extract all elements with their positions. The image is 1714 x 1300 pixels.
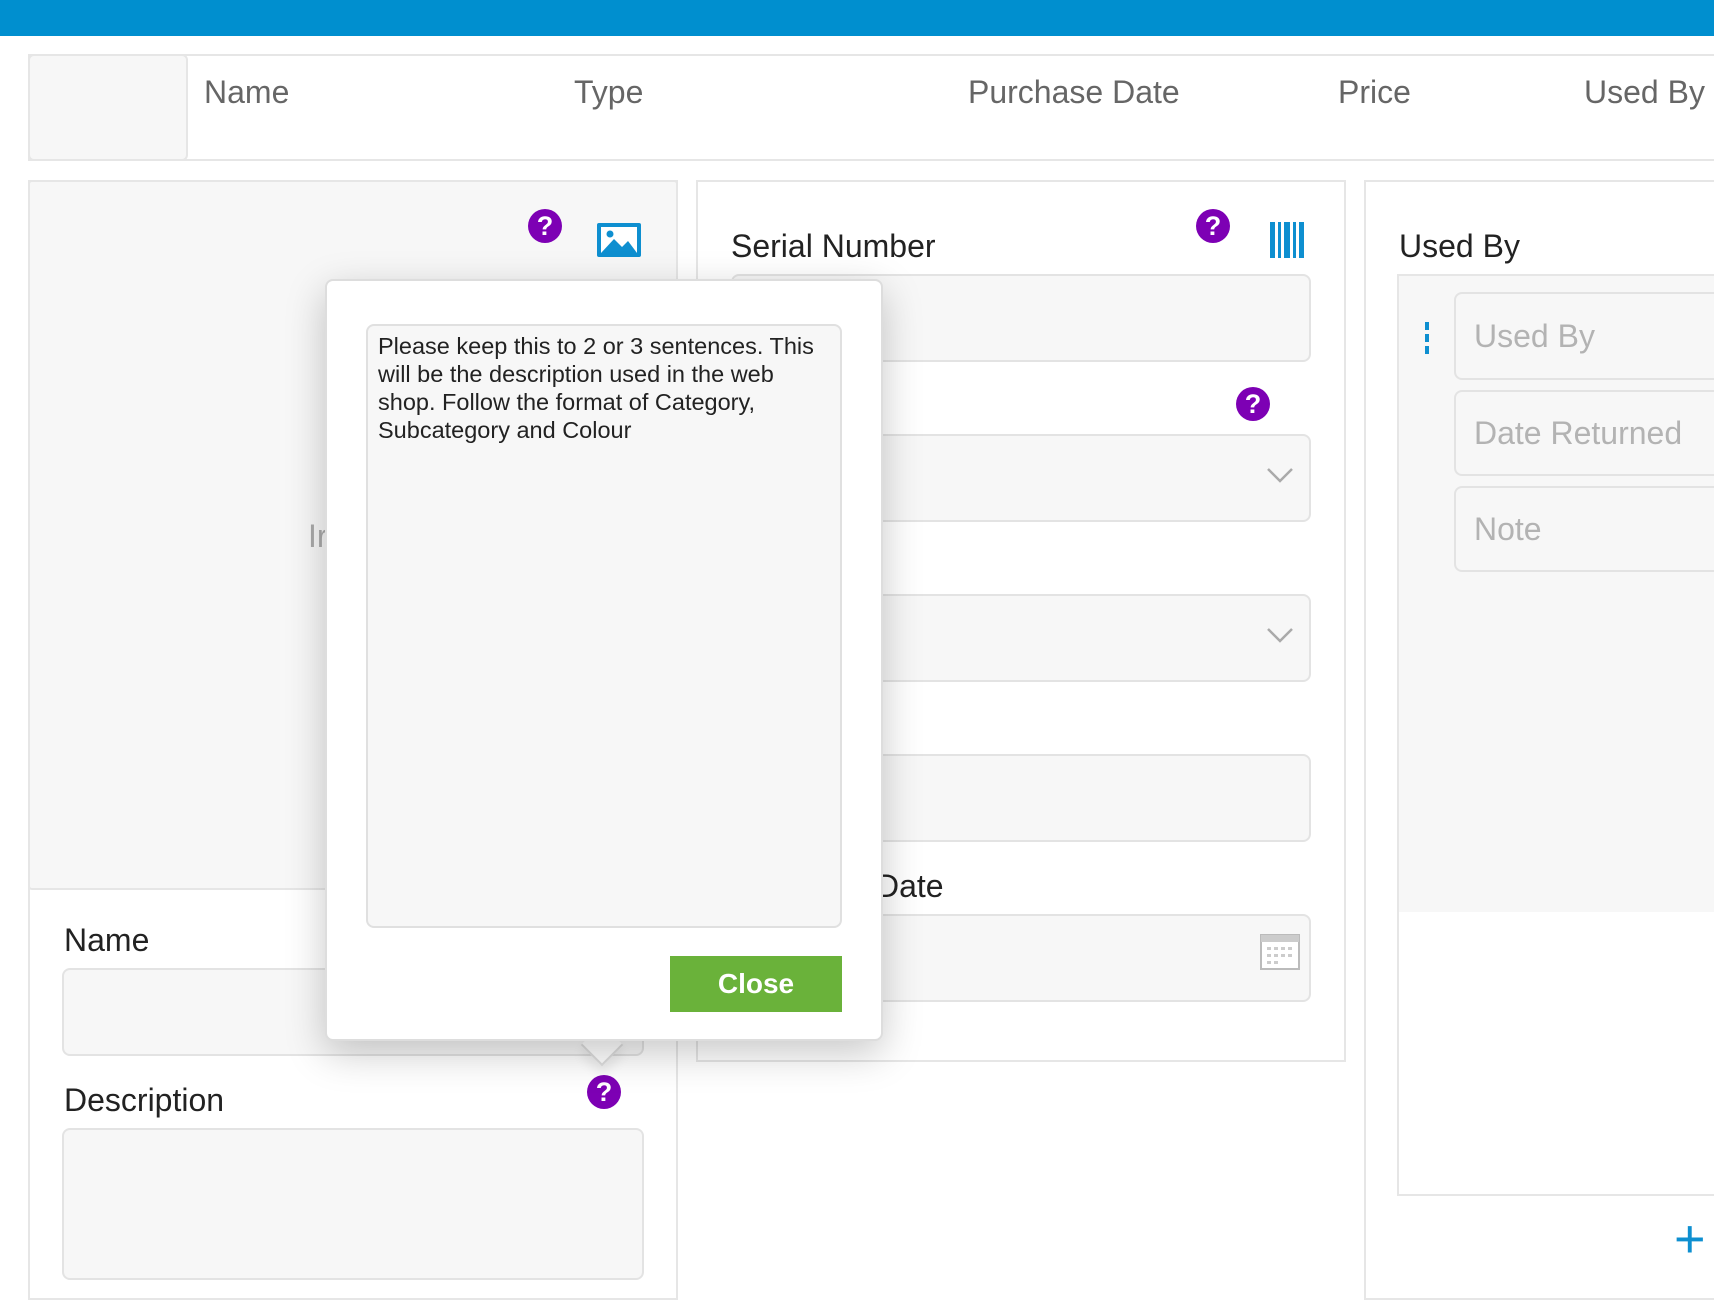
name-label: Name bbox=[64, 922, 150, 958]
chevron-down-icon[interactable] bbox=[1266, 466, 1294, 484]
description-help-icon[interactable]: ? bbox=[587, 1075, 621, 1109]
close-button[interactable]: Close bbox=[670, 956, 842, 1012]
used-by-title: Used By bbox=[1399, 228, 1520, 264]
column-header-price[interactable]: Price bbox=[1338, 74, 1411, 111]
purchase-date-label: Date bbox=[876, 868, 944, 904]
column-header-used-by[interactable]: Used By bbox=[1584, 74, 1705, 111]
calendar-icon[interactable] bbox=[1260, 934, 1300, 970]
drag-handle-icon[interactable] bbox=[1425, 322, 1429, 354]
image-upload-icon[interactable] bbox=[596, 222, 642, 258]
type-help-icon[interactable]: ? bbox=[1236, 387, 1270, 421]
description-input[interactable] bbox=[62, 1128, 644, 1280]
add-used-by-button[interactable]: + bbox=[1674, 1212, 1706, 1266]
serial-number-help-icon[interactable]: ? bbox=[1196, 209, 1230, 243]
image-help-icon[interactable]: ? bbox=[528, 209, 562, 243]
header-thumbnail-cell bbox=[28, 54, 188, 161]
column-header-purchase-date[interactable]: Purchase Date bbox=[968, 74, 1180, 111]
serial-number-label: Serial Number bbox=[731, 228, 936, 264]
top-app-bar bbox=[0, 0, 1714, 36]
barcode-icon[interactable] bbox=[1270, 222, 1304, 258]
date-returned-input[interactable]: Date Returned bbox=[1454, 390, 1714, 476]
column-header-type[interactable]: Type bbox=[574, 74, 643, 111]
description-label: Description bbox=[64, 1082, 225, 1118]
column-header-name[interactable]: Name bbox=[204, 74, 289, 111]
help-text-area[interactable]: Please keep this to 2 or 3 sentences. Th… bbox=[366, 324, 842, 928]
chevron-down-icon[interactable] bbox=[1266, 626, 1294, 644]
note-input[interactable]: Note bbox=[1454, 486, 1714, 572]
used-by-input[interactable]: Used By bbox=[1454, 292, 1714, 380]
